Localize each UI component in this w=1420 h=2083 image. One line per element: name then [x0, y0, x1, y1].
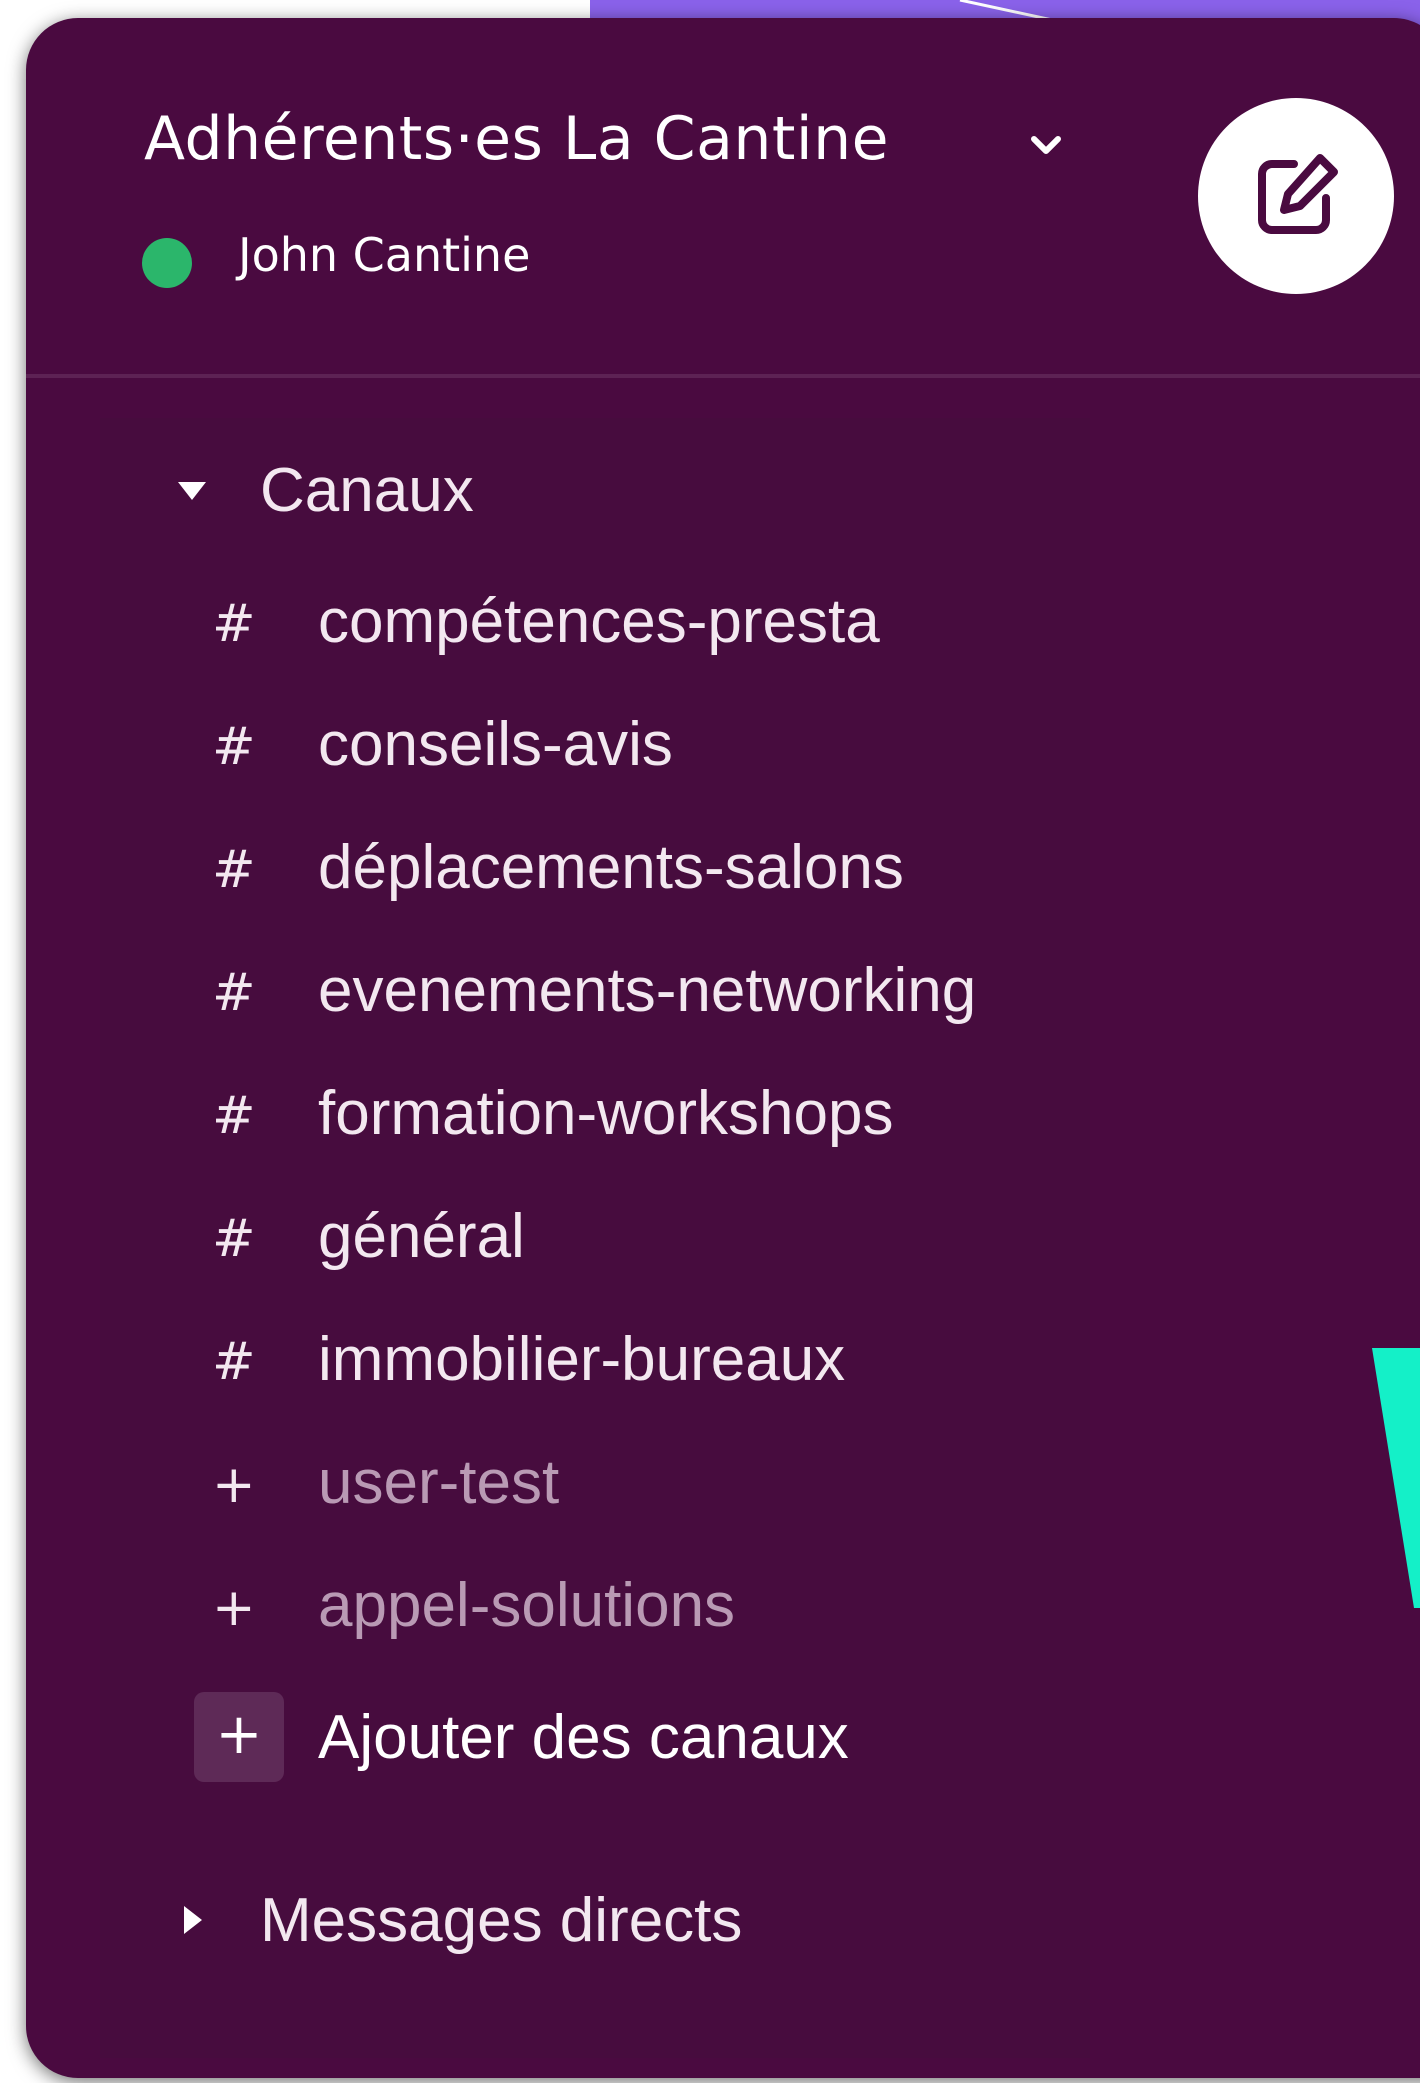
plus-icon: +: [212, 1455, 256, 1515]
channel-item[interactable]: # déplacements-salons: [196, 822, 1076, 922]
channel-item[interactable]: # général: [196, 1191, 1076, 1291]
channel-name: appel-solutions: [318, 1571, 736, 1640]
channel-name: user-test: [318, 1448, 560, 1517]
caret-right-icon: [184, 1906, 202, 1934]
hash-icon: #: [212, 1086, 256, 1146]
compose-button[interactable]: [1198, 98, 1394, 294]
workspace-name[interactable]: Adhérents·es La Cantine: [144, 104, 889, 174]
channel-item-unjoined[interactable]: + user-test: [196, 1437, 1076, 1537]
decorative-teal-shape: [1372, 1348, 1420, 1608]
channel-item[interactable]: # conseils-avis: [196, 699, 1076, 799]
user-name: John Cantine: [238, 228, 531, 282]
channel-name: compétences-presta: [318, 587, 880, 656]
caret-down-icon: [178, 482, 206, 500]
hash-icon: #: [212, 594, 256, 654]
channel-item-unjoined[interactable]: + appel-solutions: [196, 1560, 1076, 1660]
section-label: Messages directs: [260, 1885, 743, 1955]
add-channels-label[interactable]: Ajouter des canaux: [318, 1702, 849, 1773]
plus-icon: +: [215, 1702, 263, 1767]
channel-name: evenements-networking: [318, 956, 977, 1025]
chevron-down-icon[interactable]: [1028, 130, 1064, 160]
channel-name: conseils-avis: [318, 710, 673, 779]
compose-edit-icon: [1258, 154, 1338, 234]
header-divider: [26, 374, 1420, 378]
hash-icon: #: [212, 963, 256, 1023]
section-header-canaux[interactable]: Canaux: [172, 450, 474, 530]
plus-icon: +: [212, 1578, 256, 1638]
channel-name: général: [318, 1202, 525, 1271]
sidebar-panel: Adhérents·es La Cantine John Cantine Can…: [26, 18, 1420, 2078]
channel-item[interactable]: # evenements-networking: [196, 945, 1076, 1045]
channel-item[interactable]: # compétences-presta: [196, 576, 1076, 676]
section-label: Canaux: [260, 455, 474, 525]
hash-icon: #: [212, 717, 256, 777]
hash-icon: #: [212, 1209, 256, 1269]
channel-item[interactable]: # formation-workshops: [196, 1068, 1076, 1168]
screenshot-canvas: Adhérents·es La Cantine John Cantine Can…: [0, 0, 1420, 2083]
channel-name: formation-workshops: [318, 1079, 894, 1148]
hash-icon: #: [212, 1332, 256, 1392]
channel-item[interactable]: # immobilier-bureaux: [196, 1314, 1076, 1414]
section-header-messages-directs[interactable]: Messages directs: [172, 1880, 742, 1960]
presence-dot-icon: [142, 238, 192, 288]
add-channels-button[interactable]: +: [194, 1692, 284, 1782]
hash-icon: #: [212, 840, 256, 900]
channel-name: immobilier-bureaux: [318, 1325, 846, 1394]
channel-name: déplacements-salons: [318, 833, 904, 902]
